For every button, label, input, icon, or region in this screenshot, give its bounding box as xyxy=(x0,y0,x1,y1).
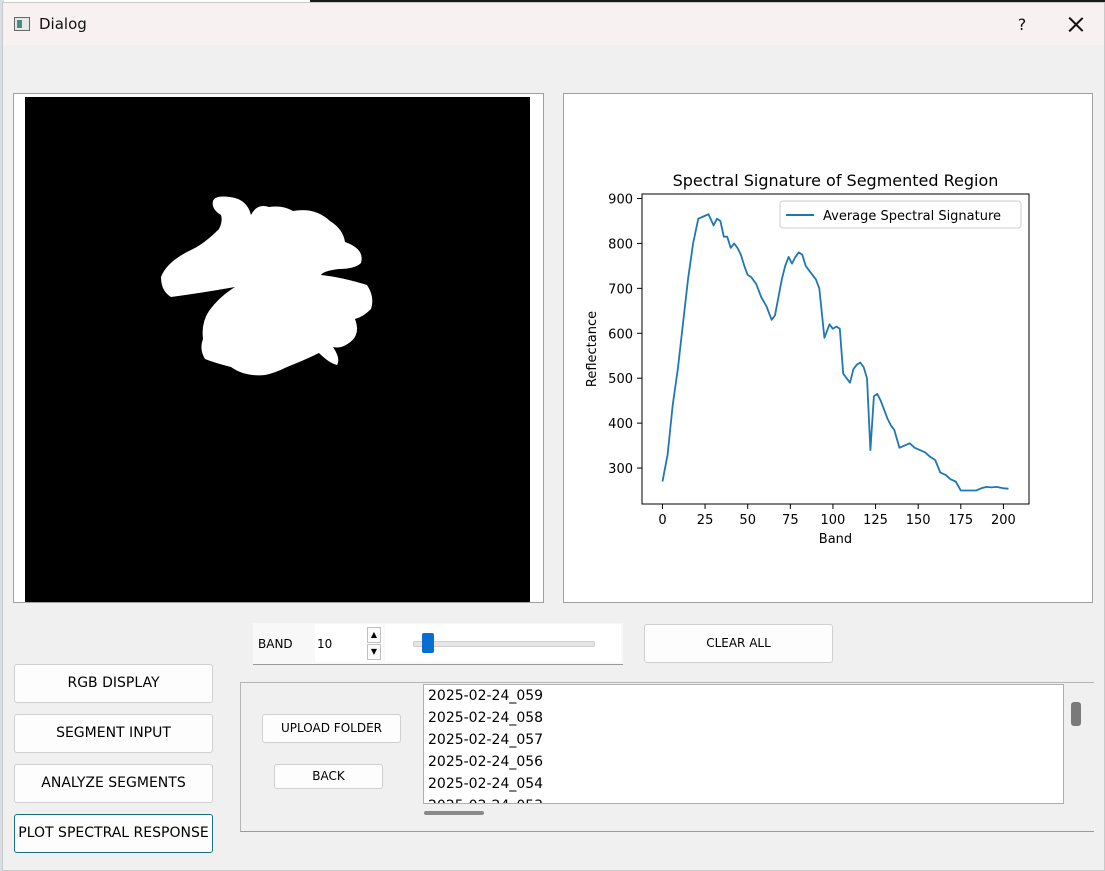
rgb-display-button[interactable]: RGB DISPLAY xyxy=(14,664,213,703)
segment-input-button[interactable]: SEGMENT INPUT xyxy=(14,714,213,753)
list-item[interactable]: 2025-02-24_057 xyxy=(424,729,1063,751)
window-title: Dialog xyxy=(39,15,87,33)
plot-spectral-response-button[interactable]: PLOT SPECTRAL RESPONSE xyxy=(14,814,213,853)
back-button[interactable]: BACK xyxy=(274,764,383,789)
plot-axes-frame xyxy=(641,193,1030,505)
slider-handle[interactable] xyxy=(422,633,434,653)
arrow-down-icon[interactable]: ▼ xyxy=(367,644,381,660)
band-label: BAND xyxy=(258,637,293,651)
list-item[interactable]: 2025-02-24_059 xyxy=(424,685,1063,707)
y-tick-label: 800 xyxy=(608,237,633,252)
y-tick-label: 900 xyxy=(608,192,633,207)
x-tick-label: 125 xyxy=(863,513,888,528)
segmentation-mask-image xyxy=(25,97,530,602)
legend-label: Average Spectral Signature xyxy=(823,209,1001,224)
y-tick-label: 500 xyxy=(608,372,633,387)
arrow-up-icon[interactable]: ▲ xyxy=(367,627,381,643)
help-button[interactable]: ? xyxy=(1011,12,1033,38)
file-list[interactable]: 2025-02-24_059 2025-02-24_058 2025-02-24… xyxy=(423,684,1064,804)
segment-mask-shape xyxy=(161,196,373,376)
horizontal-scrollbar-track[interactable] xyxy=(405,804,1065,818)
horizontal-scrollbar[interactable] xyxy=(424,811,484,815)
spectral-plot-frame: 0 25 50 75 100 125 150 175 200 300 400 500 600 700 800… xyxy=(563,93,1093,603)
x-tick-label: 175 xyxy=(948,513,973,528)
analyze-segments-button[interactable]: ANALYZE SEGMENTS xyxy=(14,764,213,803)
list-item[interactable]: 2025-02-24_056 xyxy=(424,751,1063,773)
upload-folder-button[interactable]: UPLOAD FOLDER xyxy=(262,714,401,743)
close-icon[interactable] xyxy=(1063,12,1089,38)
chart-title: Spectral Signature of Segmented Region xyxy=(673,171,999,190)
list-item[interactable]: 2025-02-24_058 xyxy=(424,707,1063,729)
band-control-panel: BAND 10 ▲ ▼ xyxy=(253,623,623,665)
band-spinbox[interactable]: 10 ▲ ▼ xyxy=(315,624,383,662)
x-axis-label: Band xyxy=(819,532,852,547)
x-tick-label: 75 xyxy=(782,513,799,528)
y-tick-label: 300 xyxy=(608,462,633,477)
y-tick-label: 400 xyxy=(608,417,633,432)
series-line xyxy=(661,213,1009,492)
x-tick-label: 25 xyxy=(697,513,714,528)
x-tick-label: 200 xyxy=(991,513,1016,528)
y-axis-label: Reflectance xyxy=(585,311,600,387)
vertical-scrollbar[interactable] xyxy=(1071,702,1081,726)
band-slider[interactable] xyxy=(385,624,621,662)
list-item[interactable]: 2025-02-24_053 xyxy=(424,795,1063,803)
spectral-chart: 0 25 50 75 100 125 150 175 200 300 400 500 600 700 800… xyxy=(585,171,1030,547)
band-value[interactable]: 10 xyxy=(317,637,332,651)
app-window-icon xyxy=(14,17,30,31)
x-tick-label: 150 xyxy=(906,513,931,528)
x-tick-label: 0 xyxy=(658,513,666,528)
y-tick-label: 600 xyxy=(608,327,633,342)
x-tick-label: 50 xyxy=(739,513,756,528)
slider-track[interactable] xyxy=(413,641,595,647)
y-tick-label: 700 xyxy=(608,282,633,297)
title-bar: Dialog ? xyxy=(3,3,1104,45)
clear-all-button[interactable]: CLEAR ALL xyxy=(644,624,833,663)
x-tick-label: 100 xyxy=(821,513,846,528)
list-item[interactable]: 2025-02-24_054 xyxy=(424,773,1063,795)
dialog-window: Dialog ? 0 25 50 75 100 125 150 175 200 300 400 500… xyxy=(2,2,1105,871)
image-display-frame xyxy=(13,93,544,603)
